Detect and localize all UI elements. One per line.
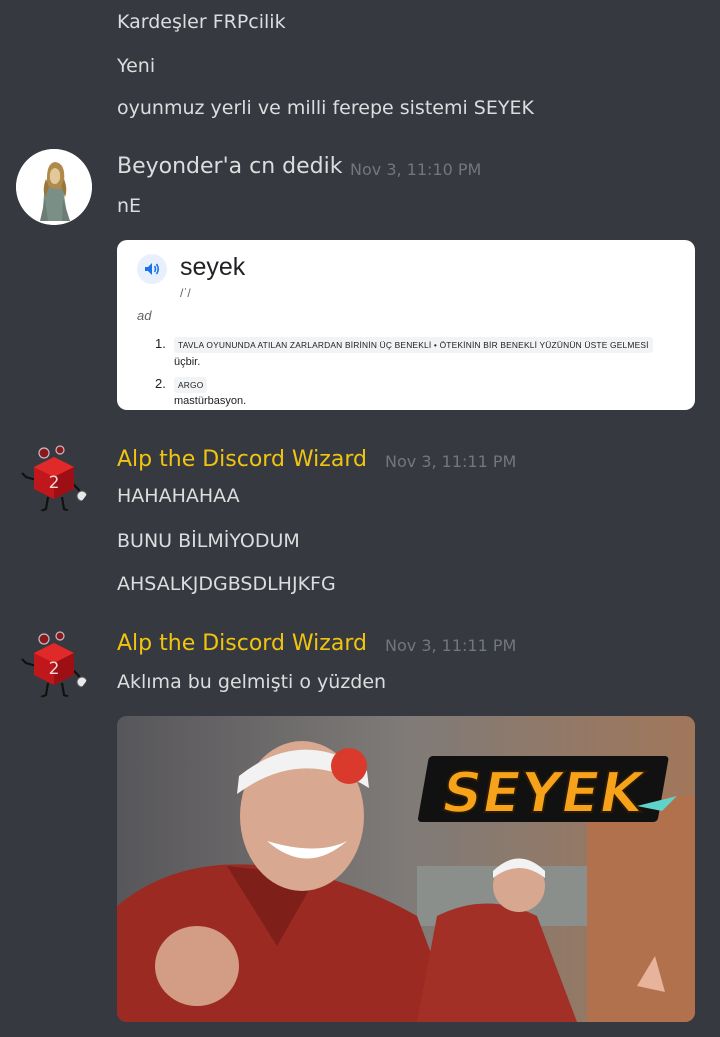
message-text: oyunmuz yerli ve milli ferepe sistemi SE…	[117, 97, 534, 119]
svg-text:2: 2	[49, 659, 60, 679]
message-text: Yeni	[117, 55, 156, 77]
sense-definition: mastürbasyon.	[174, 395, 247, 407]
speaker-icon[interactable]	[137, 254, 167, 284]
svg-text:2: 2	[49, 473, 60, 493]
message-text: BUNU BİLMİYODUM	[117, 530, 300, 552]
message-text: HAHAHAHAA	[117, 485, 240, 507]
timestamp: Nov 3, 11:10 PM	[350, 160, 482, 179]
sense-number: 1.	[155, 336, 166, 351]
dictionary-word: seyek	[180, 253, 246, 281]
message-text: AHSALKJDGBSDLHJKFG	[117, 573, 336, 595]
message-text: nE	[117, 195, 142, 217]
avatar-beyonder[interactable]	[16, 149, 92, 225]
dice-character-icon: 2	[21, 631, 88, 699]
username-beyonder[interactable]: Beyonder'a cn dedik	[117, 154, 342, 179]
sense-tag: TAVLA OYUNUNDA ATILAN ZARLARDAN BİRİNİN …	[174, 337, 653, 353]
beyonder-avatar-icon	[16, 149, 92, 225]
avatar-alp[interactable]: 2	[16, 437, 92, 513]
sense-definition: üçbir.	[174, 356, 201, 368]
dictionary-part-of-speech: ad	[137, 308, 152, 323]
video-thumbnail-attachment[interactable]: SEYEK	[117, 716, 695, 1022]
dictionary-image-attachment[interactable]: seyek /ˈ/ ad 1. TAVLA OYUNUNDA ATILAN ZA…	[117, 240, 695, 410]
dictionary-phonetic: /ˈ/	[180, 286, 191, 300]
message-text: Aklıma bu gelmişti o yüzden	[117, 671, 387, 693]
message-text: Kardeşler FRPcilik	[117, 11, 286, 33]
sense-tag: ARGO	[174, 377, 208, 393]
username-alp[interactable]: Alp the Discord Wizard	[117, 447, 367, 472]
dice-character-icon: 2	[21, 445, 88, 513]
thumbnail-title: SEYEK	[436, 761, 650, 826]
timestamp: Nov 3, 11:11 PM	[385, 636, 517, 655]
thumbnail-image: SEYEK	[117, 716, 695, 1022]
avatar-alp[interactable]: 2	[16, 623, 92, 699]
timestamp: Nov 3, 11:11 PM	[385, 452, 517, 471]
username-alp[interactable]: Alp the Discord Wizard	[117, 631, 367, 656]
sense-number: 2.	[155, 376, 166, 391]
